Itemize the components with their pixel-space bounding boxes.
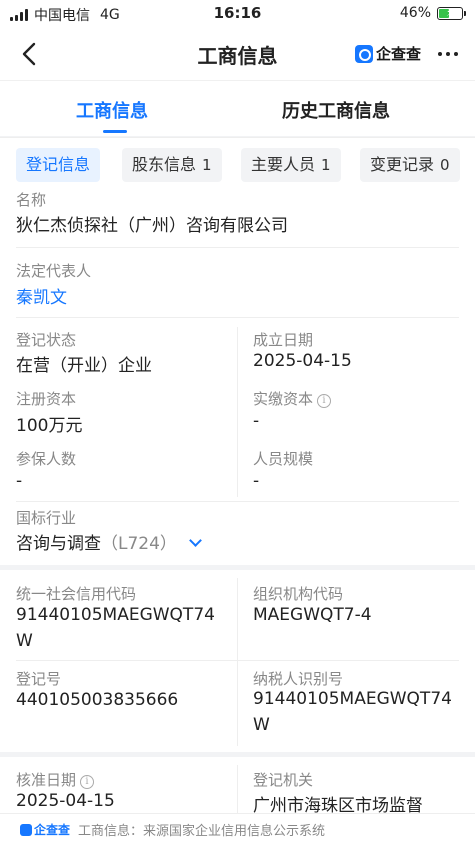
status-right: 46% ⚡ [399,5,466,21]
founded-label: 成立日期 [253,331,314,349]
brand-name: 企查查 [376,45,422,63]
active-tab-indicator [103,130,127,133]
paid-capital-label: 实缴资本 i [253,388,332,409]
subtab-change-records[interactable]: 变更记录 0 [360,148,460,182]
industry-value[interactable]: 咨询与调查（L724） [16,529,202,554]
reg-capital-value: 100万元 [16,416,83,436]
subtab-registration[interactable]: 登记信息 [16,148,101,182]
insured-value: - [16,471,23,491]
info-icon[interactable]: i [317,394,332,408]
subtab-count: 0 [440,156,450,174]
legal-rep-label: 法定代表人 [16,262,92,280]
reg-status-value: 在营（开业）企业 [16,356,152,376]
footer-logo: 企查查 [20,821,70,838]
battery-percent: 46% [399,5,431,21]
approve-date-value: 2025-04-15 [16,791,115,811]
founded-value: 2025-04-15 [253,351,352,371]
column-divider [237,765,238,813]
tab-history-business-info[interactable]: 历史工商信息 [282,97,390,123]
more-menu-icon[interactable] [438,52,458,56]
chevron-down-icon[interactable] [189,534,202,547]
divider [16,247,459,248]
reg-status-label: 登记状态 [16,331,77,349]
nav-bar: 工商信息 企查查 [0,28,475,80]
subtab-shareholders[interactable]: 股东信息 1 [122,148,222,182]
reg-no-label: 登记号 [16,670,62,688]
subtab-label: 变更记录 [370,155,435,174]
column-divider [237,578,238,746]
reg-capital-label: 注册资本 [16,390,77,408]
tab-business-info[interactable]: 工商信息 [76,97,148,123]
org-code-label: 组织机构代码 [253,585,344,603]
company-name-value: 狄仁杰侦探社（广州）咨询有限公司 [16,216,288,236]
subtab-count: 1 [321,156,331,174]
paid-capital-value: - [253,411,260,431]
legal-rep-link[interactable]: 秦凯文 [16,283,67,308]
taxpayer-id-value: 91440105MAEGWQT74W [253,689,452,735]
approve-date-label: 核准日期 i [16,769,95,790]
brand-mark-icon [355,44,373,63]
industry-label: 国标行业 [16,509,77,527]
status-bar: 中国电信 4G 16:16 46% ⚡ [0,0,475,28]
authority-value: 广州市海珠区市场监督 [253,796,423,813]
subtab-label: 主要人员 [251,155,316,174]
staff-size-value: - [253,471,260,491]
source-text: 工商信息：来源国家企业信用信息公示系统 [78,824,326,839]
info-icon[interactable]: i [80,775,95,789]
company-name-label: 名称 [16,191,47,209]
battery-icon: ⚡ [437,5,466,20]
subtab-label: 股东信息 [132,155,197,174]
credit-code-value: 91440105MAEGWQT74W [16,605,215,651]
source-footer: 企查查 工商信息：来源国家企业信用信息公示系统 [0,813,475,845]
charging-bolt-icon: ⚡ [446,5,454,19]
main-tabs: 工商信息 历史工商信息 [0,80,475,136]
reg-no-value: 440105003835666 [16,690,179,710]
credit-code-label: 统一社会信用代码 [16,585,137,603]
subtab-key-personnel[interactable]: 主要人员 1 [241,148,341,182]
divider [16,317,459,318]
column-divider [237,327,238,497]
industry-code: （L724） [101,534,177,554]
authority-label: 登记机关 [253,771,314,789]
basic-info-card: 名称 狄仁杰侦探社（广州）咨询有限公司 法定代表人 秦凯文 登记状态 在营（开业… [0,187,475,565]
subtab-count: 1 [202,156,212,174]
approval-card: 核准日期 i 2025-04-15 登记机关 广州市海珠区市场监督 [0,757,475,813]
staff-size-label: 人员规模 [253,450,314,468]
brand-logo[interactable]: 企查查 [355,43,421,64]
org-code-value: MAEGWQT7-4 [253,605,372,625]
codes-card: 统一社会信用代码 91440105MAEGWQT74W 组织机构代码 MAEGW… [0,570,475,752]
insured-label: 参保人数 [16,450,77,468]
subtab-label: 登记信息 [26,155,91,174]
sub-tabs: 登记信息 股东信息 1 主要人员 1 变更记录 0 [0,137,475,187]
footer-logo-icon [20,823,32,836]
divider [16,501,459,502]
